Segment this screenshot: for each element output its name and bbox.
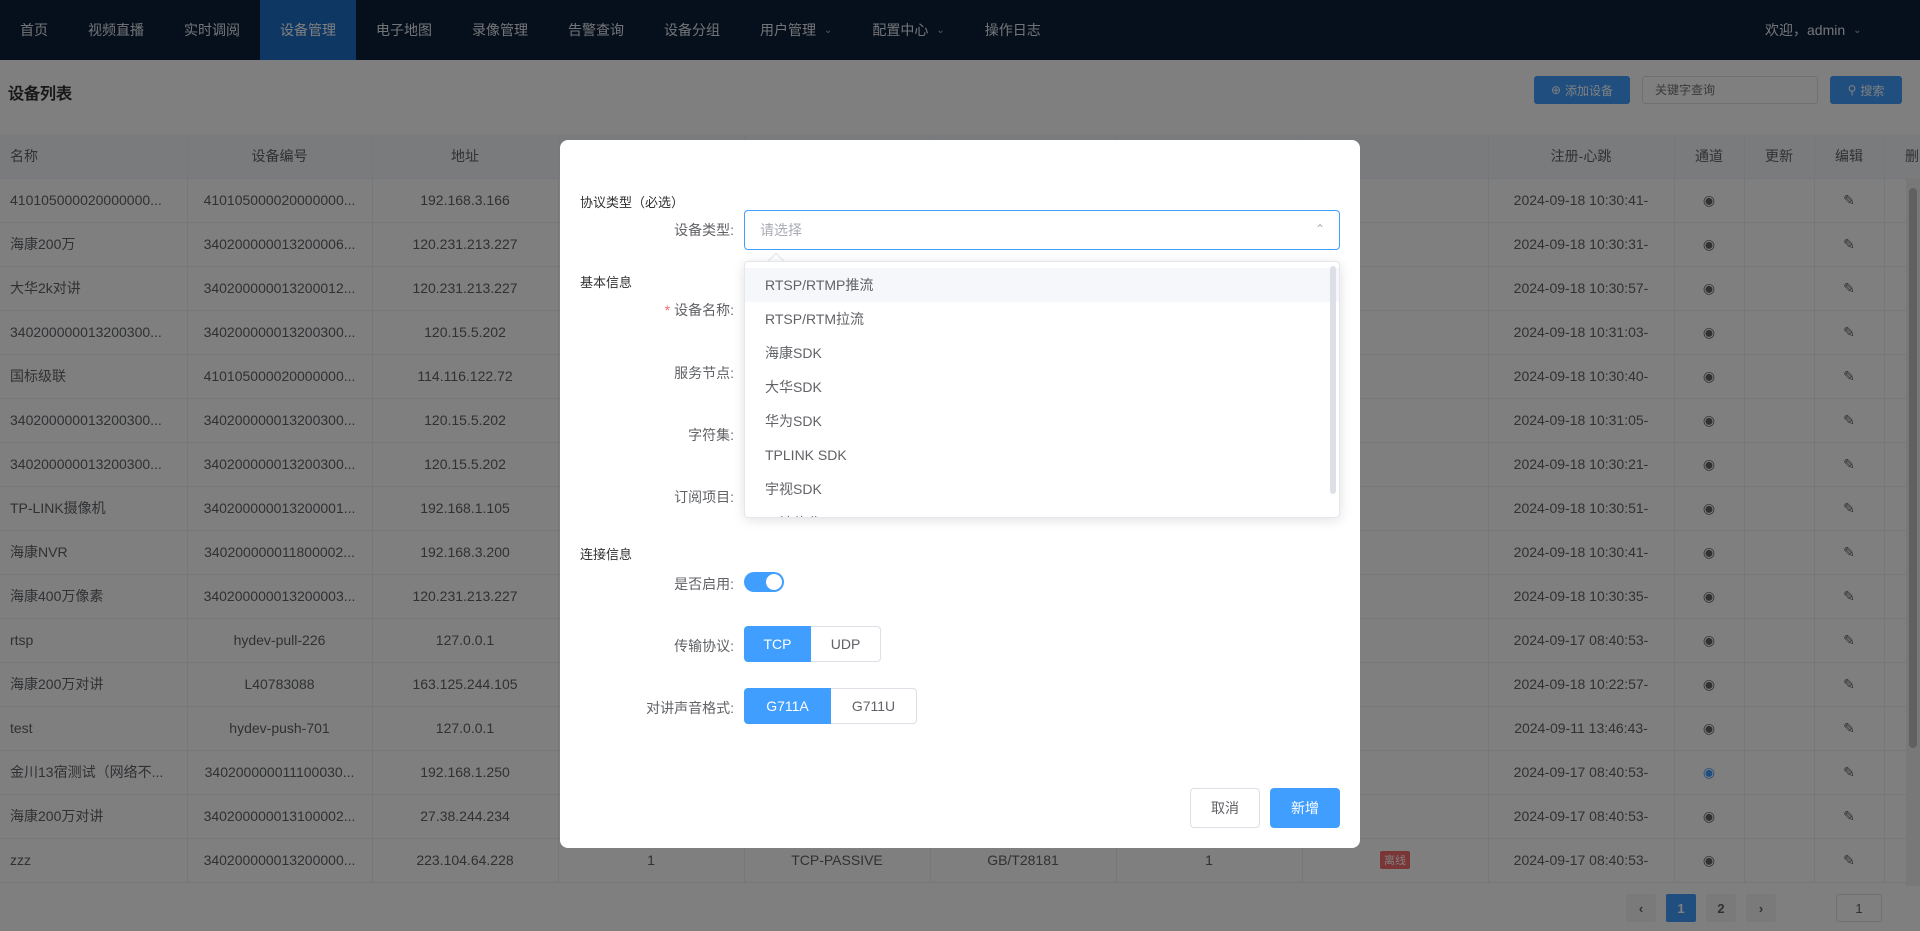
device-type-label: 设备类型: <box>674 222 734 238</box>
protocol-section-title: 协议类型（必选） <box>580 195 685 210</box>
dropdown-option[interactable]: TPLINK SDK <box>745 438 1339 472</box>
dropdown-option[interactable]: 大华SDK <box>745 370 1339 404</box>
transport-tcp-option[interactable]: TCP <box>744 626 811 662</box>
cancel-button[interactable]: 取消 <box>1190 788 1260 828</box>
audio-g711u-option[interactable]: G711U <box>831 688 917 724</box>
service-node-label: 服务节点: <box>674 365 734 381</box>
audio-radio-group: G711A G711U <box>744 688 917 724</box>
transport-radio-group: TCP UDP <box>744 626 881 662</box>
enable-label: 是否启用: <box>674 576 734 592</box>
device-name-label: * 设备名称: <box>560 300 734 320</box>
audio-format-label: 对讲声音格式: <box>646 700 734 716</box>
dropdown-option[interactable]: RTSP/RTM拉流 <box>745 302 1339 336</box>
device-type-dropdown: RTSP/RTMP推流 RTSP/RTM拉流 海康SDK 大华SDK 华为SDK… <box>744 261 1340 518</box>
transport-udp-option[interactable]: UDP <box>811 626 881 662</box>
confirm-add-button[interactable]: 新增 <box>1270 788 1340 828</box>
dropdown-option[interactable]: 宇视SDK <box>745 472 1339 506</box>
device-name-label-text: 设备名称: <box>674 302 734 318</box>
select-placeholder: 请选择 <box>760 222 802 238</box>
transport-label: 传输协议: <box>674 638 734 654</box>
connect-section-title: 连接信息 <box>580 547 633 562</box>
dropdown-option[interactable]: 海康SDK <box>745 336 1339 370</box>
add-device-dialog: 协议类型（必选） 设备类型: 请选择 ⌃ 基本信息 * 设备名称: 服务节点: 字… <box>560 140 1360 848</box>
subscribe-label: 订阅项目: <box>674 489 734 505</box>
basic-section-title: 基本信息 <box>580 275 633 290</box>
audio-g711a-option[interactable]: G711A <box>744 688 831 724</box>
dropdown-option[interactable]: RTSP/RTMP推流 <box>745 268 1339 302</box>
dropdown-list: RTSP/RTMP推流 RTSP/RTM拉流 海康SDK 大华SDK 华为SDK… <box>745 262 1339 517</box>
dropdown-option[interactable]: 天地伟业SDK <box>745 506 1339 517</box>
enable-switch[interactable] <box>744 572 784 592</box>
chevron-up-icon: ⌃ <box>1314 222 1325 236</box>
required-mark: * <box>664 302 671 318</box>
dropdown-scrollbar[interactable] <box>1330 266 1336 494</box>
switch-knob <box>766 574 782 590</box>
charset-label: 字符集: <box>688 427 734 443</box>
device-type-select[interactable]: 请选择 ⌃ <box>744 210 1340 250</box>
dropdown-option[interactable]: 华为SDK <box>745 404 1339 438</box>
